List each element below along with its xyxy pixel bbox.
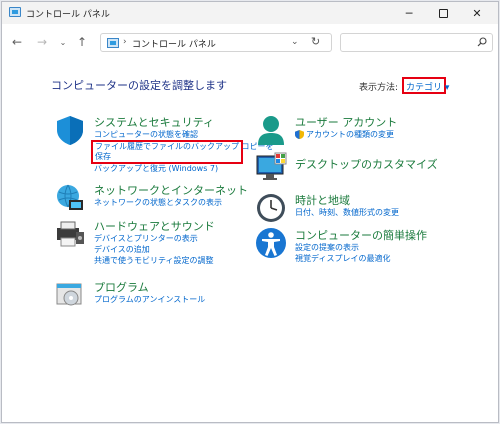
- forward-button[interactable]: →: [34, 34, 50, 50]
- uninstall-program-link[interactable]: プログラムのアンインストール: [94, 294, 205, 305]
- address-text[interactable]: コントロール パネル: [132, 37, 216, 50]
- network-status-link[interactable]: ネットワークの状態とタスクの表示: [94, 197, 222, 208]
- view-by-dropdown[interactable]: カテゴリ ▾: [402, 77, 449, 94]
- optimize-display-link[interactable]: 視覚ディスプレイの最適化: [295, 253, 390, 264]
- programs-icon: [56, 283, 82, 306]
- desktop-icon: [256, 152, 287, 180]
- category-title[interactable]: ユーザー アカウント: [295, 114, 397, 130]
- up-button[interactable]: ↑: [74, 34, 90, 50]
- category-title[interactable]: プログラム: [94, 279, 149, 295]
- date-time-format-link[interactable]: 日付、時刻、数値形式の変更: [295, 207, 399, 218]
- suggested-settings-link[interactable]: 設定の提案の表示: [295, 242, 359, 253]
- main-content: コンピューターの設定を調整します 表示方法: カテゴリ ▾ システムとセキュリテ…: [2, 60, 498, 424]
- address-dropdown-button[interactable]: ⌄: [291, 37, 299, 47]
- category-title[interactable]: ネットワークとインターネット: [94, 182, 248, 198]
- navigation-bar: ← → ⌄ ↑ › コントロール パネル ⌄ ↻: [2, 24, 498, 60]
- accessibility-icon: [256, 228, 286, 258]
- file-history-link[interactable]: ファイル履歴でファイルのバックアップ コピーを: [95, 141, 274, 152]
- view-by-label: 表示方法:: [359, 83, 399, 93]
- control-panel-icon: [9, 7, 21, 17]
- minimize-button[interactable]: ─: [392, 2, 426, 24]
- shield-icon: [57, 116, 83, 145]
- category-title[interactable]: コンピューターの簡単操作: [295, 227, 427, 243]
- title-bar: コントロール パネル ─ ✕: [2, 2, 498, 24]
- network-icon: [57, 184, 83, 210]
- check-computer-status-link[interactable]: コンピューターの状態を確認: [94, 129, 198, 140]
- category-title[interactable]: システムとセキュリティ: [94, 114, 214, 130]
- category-title[interactable]: デスクトップのカスタマイズ: [295, 156, 438, 172]
- recent-locations-button[interactable]: ⌄: [55, 34, 71, 50]
- page-heading: コンピューターの設定を調整します: [51, 79, 227, 92]
- address-bar[interactable]: › コントロール パネル ⌄ ↻: [100, 33, 332, 52]
- user-icon: [258, 116, 284, 145]
- change-account-type-link[interactable]: アカウントの種類の変更: [306, 129, 394, 140]
- refresh-button[interactable]: ↻: [311, 35, 320, 48]
- devices-printers-link[interactable]: デバイスとプリンターの表示: [94, 233, 198, 244]
- control-panel-icon: [107, 38, 119, 48]
- search-input[interactable]: [340, 33, 493, 52]
- search-icon: [477, 37, 487, 47]
- file-history-link-continued[interactable]: 保存: [95, 151, 111, 162]
- chevron-right-icon[interactable]: ›: [123, 37, 127, 47]
- printer-icon: [57, 221, 84, 247]
- category-title[interactable]: ハードウェアとサウンド: [94, 218, 215, 234]
- backup-restore-link[interactable]: バックアップと復元 (Windows 7): [94, 163, 218, 174]
- control-panel-window: コントロール パネル ─ ✕ ← → ⌄ ↑ › コントロール パネル ⌄ ↻ …: [1, 1, 499, 423]
- category-title[interactable]: 時計と地域: [295, 192, 350, 208]
- maximize-button[interactable]: [426, 2, 460, 24]
- add-device-link[interactable]: デバイスの追加: [94, 244, 150, 255]
- clock-icon: [257, 194, 285, 222]
- close-button[interactable]: ✕: [460, 2, 494, 24]
- back-button[interactable]: ←: [9, 34, 25, 50]
- mobility-settings-link[interactable]: 共通で使うモビリティ設定の調整: [94, 255, 214, 266]
- window-title: コントロール パネル: [26, 10, 110, 20]
- maximize-icon: [438, 8, 448, 18]
- uac-shield-icon: [295, 130, 304, 139]
